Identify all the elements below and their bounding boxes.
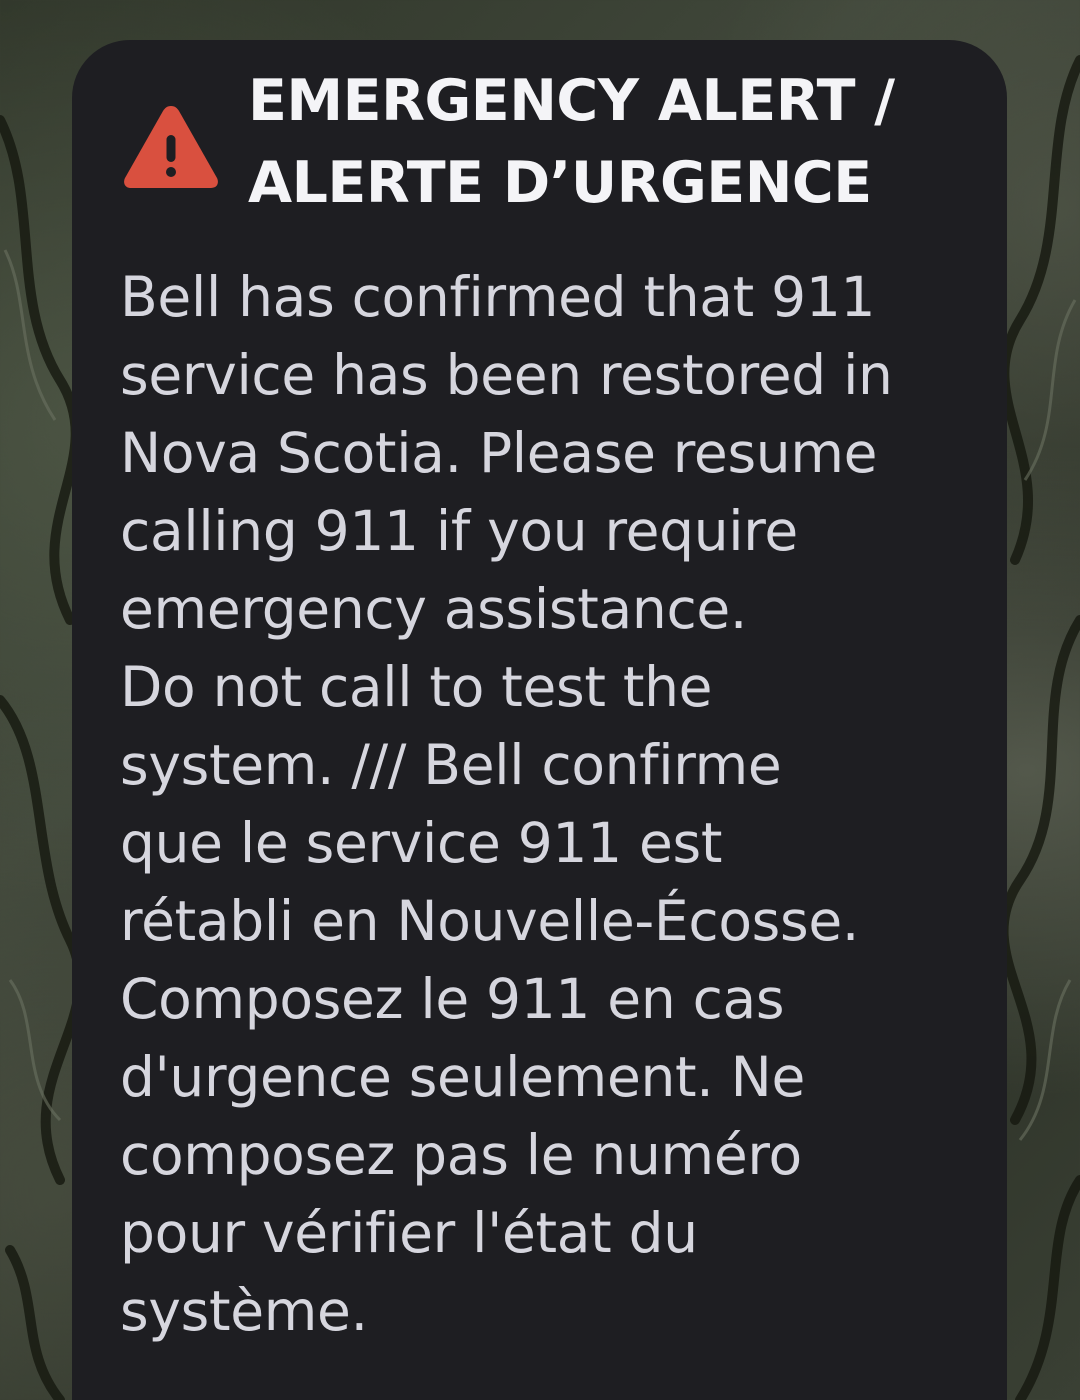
alert-message: Bell has confirmed that 911 service has … xyxy=(120,265,893,1343)
emergency-alert-dialog: EMERGENCY ALERT / ALERTE D’URGENCE Bell … xyxy=(72,40,1007,1400)
alert-title-french: ALERTE D’URGENCE xyxy=(248,150,872,216)
warning-triangle-icon xyxy=(124,106,218,188)
alert-header: EMERGENCY ALERT / ALERTE D’URGENCE xyxy=(122,58,982,218)
alert-title-english: EMERGENCY ALERT / xyxy=(248,68,895,134)
alert-title: EMERGENCY ALERT / ALERTE D’URGENCE xyxy=(248,60,895,224)
